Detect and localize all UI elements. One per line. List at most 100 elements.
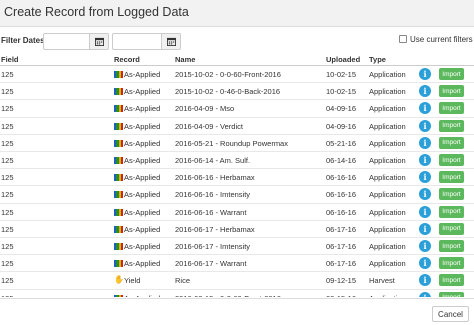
name-cell: 2016-06-16 - Warrant bbox=[175, 207, 247, 217]
table-row: 125 As-Applied 2016-06-14 - Am. Sulf. 06-14… bbox=[0, 152, 474, 170]
info-button[interactable]: i bbox=[419, 85, 431, 98]
record-cell: As-Applied bbox=[124, 224, 161, 234]
record-cell: As-Applied bbox=[124, 190, 161, 200]
name-cell: 2015-10-02 - 0-46-0-Back-2016 bbox=[175, 87, 281, 97]
name-cell: 2016-06-17 - Imtensity bbox=[175, 242, 251, 251]
column-header-record[interactable]: Record bbox=[114, 55, 140, 64]
calendar-icon bbox=[166, 37, 176, 46]
import-button[interactable]: Import bbox=[439, 205, 464, 218]
import-button[interactable]: Import bbox=[439, 274, 464, 287]
type-cell: Harvest bbox=[369, 276, 395, 286]
import-button[interactable]: Import bbox=[439, 68, 464, 80]
filter-bar: Filter Dates Use current filters bbox=[0, 30, 474, 52]
record-cell: As-Applied bbox=[124, 156, 161, 165]
column-header-name[interactable]: Name bbox=[175, 55, 195, 64]
yield-icon: ✋ bbox=[114, 275, 124, 285]
import-button[interactable]: Import bbox=[439, 240, 464, 252]
as-applied-icon bbox=[114, 191, 123, 199]
start-date-calendar-button[interactable] bbox=[90, 33, 109, 50]
type-cell: Application bbox=[369, 294, 406, 297]
name-cell: 2015-10-02 - 0-0-60-Front-2016 bbox=[175, 70, 281, 79]
as-applied-icon bbox=[114, 139, 123, 147]
record-cell: As-Applied bbox=[124, 173, 161, 183]
record-cell: Yield bbox=[124, 276, 141, 286]
use-current-filters-checkbox[interactable] bbox=[399, 35, 407, 43]
type-cell: Application bbox=[369, 259, 406, 269]
info-button[interactable]: i bbox=[419, 257, 431, 270]
field-cell: 125 bbox=[1, 242, 14, 251]
name-cell: 2016-02-15 - 0-0-60-Front-2016 bbox=[175, 294, 281, 297]
cancel-button[interactable]: Cancel bbox=[432, 306, 469, 322]
name-cell: 2016-05-21 - Roundup Powermax bbox=[175, 138, 288, 148]
calendar-icon bbox=[94, 37, 104, 46]
field-cell: 125 bbox=[1, 294, 14, 297]
import-button[interactable]: Import bbox=[439, 119, 464, 132]
type-cell: Application bbox=[369, 121, 406, 131]
column-header-field[interactable]: Field bbox=[1, 55, 19, 64]
uploaded-cell: 10-02-15 bbox=[326, 87, 357, 97]
as-applied-icon bbox=[114, 88, 123, 96]
uploaded-cell: 06-16-16 bbox=[326, 207, 357, 217]
info-button[interactable]: i bbox=[419, 136, 431, 149]
as-applied-icon bbox=[114, 294, 123, 297]
table-row: 125 As-Applied 2016-06-16 - Imtensity 06-16… bbox=[0, 186, 474, 204]
import-button[interactable]: Import bbox=[439, 154, 464, 166]
info-button[interactable]: i bbox=[419, 119, 431, 132]
info-button[interactable]: i bbox=[419, 154, 431, 166]
info-button[interactable]: i bbox=[419, 240, 431, 252]
end-date-calendar-button[interactable] bbox=[162, 33, 181, 50]
as-applied-icon bbox=[114, 122, 123, 130]
info-button[interactable]: i bbox=[419, 205, 431, 218]
table-row: 125 As-Applied 2015-10-02 - 0-46-0-Back-20… bbox=[0, 83, 474, 101]
name-cell: 2016-06-17 - Herbamax bbox=[175, 224, 255, 234]
type-cell: Application bbox=[369, 242, 406, 251]
record-cell: As-Applied bbox=[124, 242, 161, 251]
as-applied-icon bbox=[114, 225, 123, 233]
name-cell: 2016-06-17 - Warrant bbox=[175, 259, 247, 269]
table-row: 125 As-Applied 2016-06-16 - Herbamax 06-16-… bbox=[0, 169, 474, 187]
uploaded-cell: 05-21-16 bbox=[326, 138, 357, 148]
as-applied-icon bbox=[114, 174, 123, 182]
import-button[interactable]: Import bbox=[439, 102, 464, 115]
table-row: 125 As-Applied 2016-06-17 - Herbamax 06-17-… bbox=[0, 221, 474, 238]
info-button[interactable]: i bbox=[419, 171, 431, 184]
dialog-footer: Cancel bbox=[0, 298, 474, 325]
uploaded-cell: 06-17-16 bbox=[326, 259, 357, 269]
info-button[interactable]: i bbox=[419, 291, 431, 297]
import-button[interactable]: Import bbox=[439, 257, 464, 270]
import-button[interactable]: Import bbox=[439, 136, 464, 149]
field-cell: 125 bbox=[1, 190, 14, 200]
name-cell: 2016-06-16 - Herbamax bbox=[175, 173, 255, 183]
as-applied-icon bbox=[114, 105, 123, 113]
info-button[interactable]: i bbox=[419, 102, 431, 115]
info-button[interactable]: i bbox=[419, 188, 431, 201]
dialog-header: Create Record from Logged Data bbox=[0, 0, 474, 27]
field-cell: 125 bbox=[1, 87, 14, 97]
uploaded-cell: 04-09-16 bbox=[326, 104, 357, 114]
info-button[interactable]: i bbox=[419, 68, 431, 80]
import-button[interactable]: Import bbox=[439, 291, 464, 297]
field-cell: 125 bbox=[1, 70, 14, 79]
end-date-input[interactable] bbox=[112, 33, 162, 50]
field-cell: 125 bbox=[1, 259, 14, 269]
import-button[interactable]: Import bbox=[439, 171, 464, 184]
as-applied-icon bbox=[114, 243, 123, 250]
dialog-title: Create Record from Logged Data bbox=[4, 5, 189, 19]
import-button[interactable]: Import bbox=[439, 188, 464, 201]
info-button[interactable]: i bbox=[419, 222, 431, 235]
uploaded-cell: 06-17-16 bbox=[326, 242, 357, 251]
info-button[interactable]: i bbox=[419, 274, 431, 287]
record-cell: As-Applied bbox=[124, 70, 161, 79]
import-button[interactable]: Import bbox=[439, 222, 464, 235]
table-row: 125 As-Applied 2016-06-17 - Imtensity 06-17… bbox=[0, 238, 474, 256]
column-header-type[interactable]: Type bbox=[369, 55, 386, 64]
type-cell: Application bbox=[369, 70, 406, 79]
import-button[interactable]: Import bbox=[439, 85, 464, 98]
field-cell: 125 bbox=[1, 138, 14, 148]
table-header: Field Record Name Uploaded Type bbox=[0, 52, 474, 66]
record-cell: As-Applied bbox=[124, 87, 161, 97]
as-applied-icon bbox=[114, 71, 123, 78]
record-cell: As-Applied bbox=[124, 138, 161, 148]
start-date-input[interactable] bbox=[43, 33, 90, 50]
column-header-uploaded[interactable]: Uploaded bbox=[326, 55, 360, 64]
